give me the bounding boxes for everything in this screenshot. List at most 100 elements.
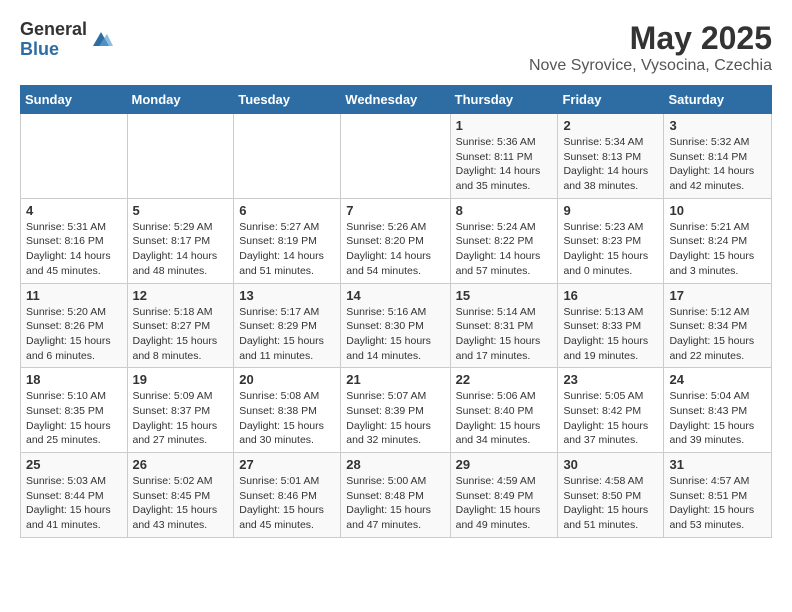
day-info: Sunrise: 5:23 AM Sunset: 8:23 PM Dayligh… [563,220,658,279]
day-number: 5 [133,203,229,218]
calendar-cell: 15 Sunrise: 5:14 AM Sunset: 8:31 PM Dayli… [450,283,558,368]
week-row-5: 25Sunrise: 5:03 AM Sunset: 8:44 PM Dayli… [21,453,772,538]
header-tuesday: Tuesday [234,86,341,114]
day-number: 30 [563,457,658,472]
calendar-cell [21,114,128,199]
calendar-cell: 25Sunrise: 5:03 AM Sunset: 8:44 PM Dayli… [21,453,128,538]
calendar-cell: 8 Sunrise: 5:24 AM Sunset: 8:22 PM Daylig… [450,198,558,283]
calendar-cell: 22Sunrise: 5:06 AM Sunset: 8:40 PM Dayli… [450,368,558,453]
day-info: Sunrise: 5:02 AM Sunset: 8:45 PM Dayligh… [133,474,229,533]
day-number: 1 [456,118,553,133]
day-number: 12 [133,288,229,303]
day-number: 9 [563,203,658,218]
day-number: 2 [563,118,658,133]
page-header: General Blue May 2025 Nove Syrovice, Vys… [20,20,772,75]
calendar-cell: 30 Sunrise: 4:58 AM Sunset: 8:50 PM Dayli… [558,453,664,538]
day-number: 15 [456,288,553,303]
calendar-cell: 6 Sunrise: 5:27 AM Sunset: 8:19 PM Daylig… [234,198,341,283]
day-number: 28 [346,457,444,472]
day-info: Sunrise: 5:01 AM Sunset: 8:46 PM Dayligh… [239,474,335,533]
calendar-cell: 12 Sunrise: 5:18 AM Sunset: 8:27 PM Dayli… [127,283,234,368]
day-number: 13 [239,288,335,303]
day-info: Sunrise: 5:34 AM Sunset: 8:13 PM Dayligh… [563,135,658,194]
calendar-cell: 28Sunrise: 5:00 AM Sunset: 8:48 PM Dayli… [341,453,450,538]
calendar-cell: 27 Sunrise: 5:01 AM Sunset: 8:46 PM Dayli… [234,453,341,538]
day-info: Sunrise: 5:26 AM Sunset: 8:20 PM Dayligh… [346,220,444,279]
day-number: 18 [26,372,122,387]
day-number: 7 [346,203,444,218]
day-info: Sunrise: 4:58 AM Sunset: 8:50 PM Dayligh… [563,474,658,533]
calendar-cell: 13 Sunrise: 5:17 AM Sunset: 8:29 PM Dayli… [234,283,341,368]
day-number: 27 [239,457,335,472]
calendar-cell: 20Sunrise: 5:08 AM Sunset: 8:38 PM Dayli… [234,368,341,453]
day-number: 8 [456,203,553,218]
day-number: 17 [669,288,766,303]
day-info: Sunrise: 5:12 AM Sunset: 8:34 PM Dayligh… [669,305,766,364]
calendar-cell [127,114,234,199]
month-title: May 2025 [529,20,772,57]
day-info: Sunrise: 5:09 AM Sunset: 8:37 PM Dayligh… [133,389,229,448]
day-info: Sunrise: 4:57 AM Sunset: 8:51 PM Dayligh… [669,474,766,533]
calendar-cell: 26 Sunrise: 5:02 AM Sunset: 8:45 PM Dayli… [127,453,234,538]
day-info: Sunrise: 5:06 AM Sunset: 8:40 PM Dayligh… [456,389,553,448]
day-info: Sunrise: 5:32 AM Sunset: 8:14 PM Dayligh… [669,135,766,194]
calendar-cell: 5 Sunrise: 5:29 AM Sunset: 8:17 PM Daylig… [127,198,234,283]
day-info: Sunrise: 5:20 AM Sunset: 8:26 PM Dayligh… [26,305,122,364]
day-number: 23 [563,372,658,387]
calendar-cell: 14Sunrise: 5:16 AM Sunset: 8:30 PM Dayli… [341,283,450,368]
day-info: Sunrise: 5:24 AM Sunset: 8:22 PM Dayligh… [456,220,553,279]
day-info: Sunrise: 5:29 AM Sunset: 8:17 PM Dayligh… [133,220,229,279]
calendar-cell: 7 Sunrise: 5:26 AM Sunset: 8:20 PM Daylig… [341,198,450,283]
day-number: 21 [346,372,444,387]
header-thursday: Thursday [450,86,558,114]
calendar-cell: 24 Sunrise: 5:04 AM Sunset: 8:43 PM Dayli… [664,368,772,453]
day-info: Sunrise: 5:04 AM Sunset: 8:43 PM Dayligh… [669,389,766,448]
day-info: Sunrise: 5:18 AM Sunset: 8:27 PM Dayligh… [133,305,229,364]
day-number: 29 [456,457,553,472]
calendar-header: SundayMondayTuesdayWednesdayThursdayFrid… [21,86,772,114]
day-info: Sunrise: 5:14 AM Sunset: 8:31 PM Dayligh… [456,305,553,364]
calendar-cell [341,114,450,199]
calendar-cell: 9 Sunrise: 5:23 AM Sunset: 8:23 PM Daylig… [558,198,664,283]
day-info: Sunrise: 5:05 AM Sunset: 8:42 PM Dayligh… [563,389,658,448]
calendar-cell: 4Sunrise: 5:31 AM Sunset: 8:16 PM Daylig… [21,198,128,283]
logo-blue: Blue [20,40,87,60]
day-info: Sunrise: 5:10 AM Sunset: 8:35 PM Dayligh… [26,389,122,448]
day-number: 6 [239,203,335,218]
calendar-cell: 21 Sunrise: 5:07 AM Sunset: 8:39 PM Dayli… [341,368,450,453]
day-info: Sunrise: 4:59 AM Sunset: 8:49 PM Dayligh… [456,474,553,533]
calendar-cell: 10Sunrise: 5:21 AM Sunset: 8:24 PM Dayli… [664,198,772,283]
header-row: SundayMondayTuesdayWednesdayThursdayFrid… [21,86,772,114]
day-number: 3 [669,118,766,133]
week-row-4: 18 Sunrise: 5:10 AM Sunset: 8:35 PM Dayli… [21,368,772,453]
calendar-cell: 31 Sunrise: 4:57 AM Sunset: 8:51 PM Dayli… [664,453,772,538]
calendar-cell: 23 Sunrise: 5:05 AM Sunset: 8:42 PM Dayli… [558,368,664,453]
calendar-cell: 29 Sunrise: 4:59 AM Sunset: 8:49 PM Dayli… [450,453,558,538]
day-number: 25 [26,457,122,472]
day-number: 26 [133,457,229,472]
day-number: 10 [669,203,766,218]
day-number: 24 [669,372,766,387]
day-number: 19 [133,372,229,387]
day-number: 16 [563,288,658,303]
calendar-cell: 18 Sunrise: 5:10 AM Sunset: 8:35 PM Dayli… [21,368,128,453]
calendar-cell: 3 Sunrise: 5:32 AM Sunset: 8:14 PM Daylig… [664,114,772,199]
calendar-cell: 19 Sunrise: 5:09 AM Sunset: 8:37 PM Dayli… [127,368,234,453]
calendar-cell: 2 Sunrise: 5:34 AM Sunset: 8:13 PM Daylig… [558,114,664,199]
day-info: Sunrise: 5:36 AM Sunset: 8:11 PM Dayligh… [456,135,553,194]
logo-icon [89,28,113,52]
day-info: Sunrise: 5:27 AM Sunset: 8:19 PM Dayligh… [239,220,335,279]
day-number: 31 [669,457,766,472]
calendar-body: 1 Sunrise: 5:36 AM Sunset: 8:11 PM Daylig… [21,114,772,538]
day-info: Sunrise: 5:17 AM Sunset: 8:29 PM Dayligh… [239,305,335,364]
week-row-2: 4Sunrise: 5:31 AM Sunset: 8:16 PM Daylig… [21,198,772,283]
day-info: Sunrise: 5:07 AM Sunset: 8:39 PM Dayligh… [346,389,444,448]
day-number: 20 [239,372,335,387]
logo: General Blue [20,20,113,60]
week-row-1: 1 Sunrise: 5:36 AM Sunset: 8:11 PM Daylig… [21,114,772,199]
header-monday: Monday [127,86,234,114]
calendar-cell: 1 Sunrise: 5:36 AM Sunset: 8:11 PM Daylig… [450,114,558,199]
header-sunday: Sunday [21,86,128,114]
header-saturday: Saturday [664,86,772,114]
day-info: Sunrise: 5:16 AM Sunset: 8:30 PM Dayligh… [346,305,444,364]
